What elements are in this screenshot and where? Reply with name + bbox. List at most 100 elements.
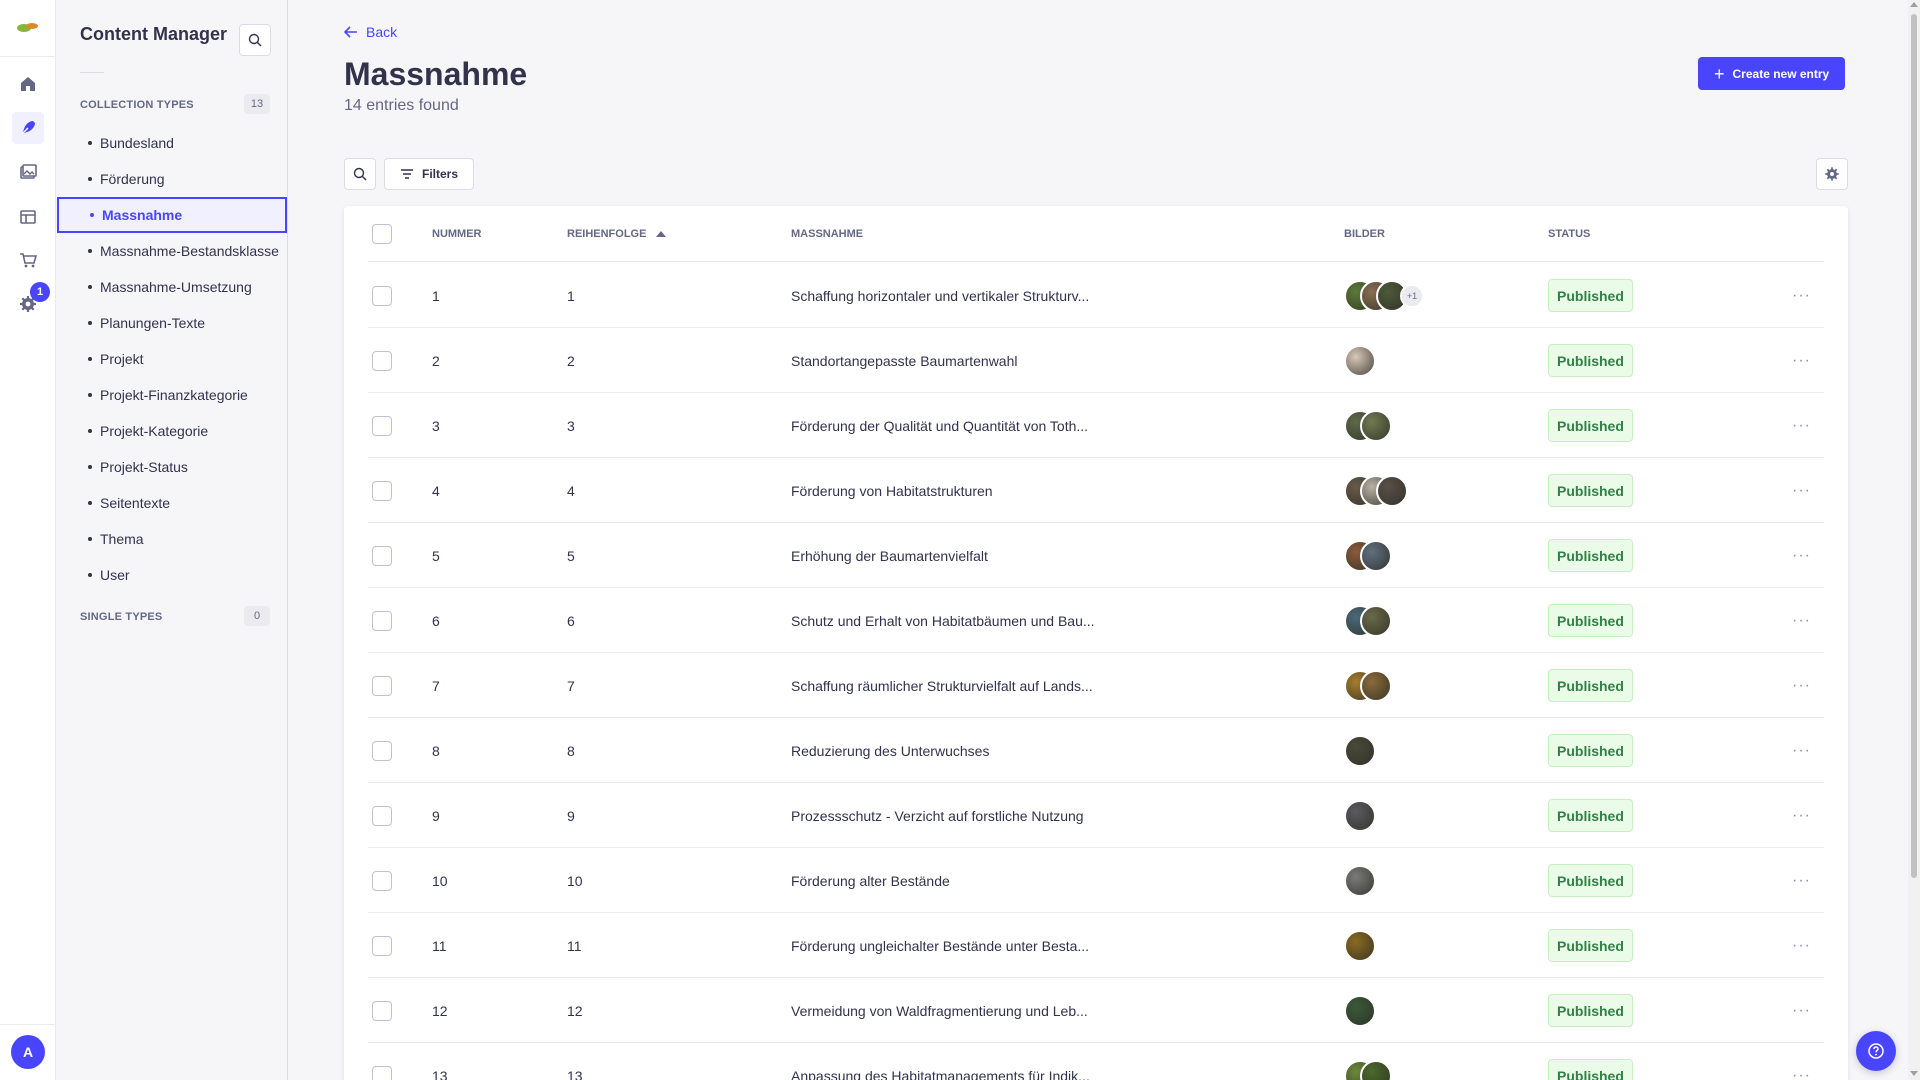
sidebar-item-thema[interactable]: Thema [56, 521, 288, 557]
sidebar-item-massnahme-umsetzung[interactable]: Massnahme-Umsetzung [56, 269, 288, 305]
table-row[interactable]: 2 2 Standortangepasste Baumartenwahl Publis… [368, 328, 1824, 393]
more-actions-icon: ··· [1792, 1066, 1811, 1080]
row-checkbox[interactable] [372, 740, 392, 761]
create-new-entry-button[interactable]: + Create new entry [1698, 57, 1846, 90]
image-thumbnail[interactable] [1344, 344, 1376, 377]
image-thumbnail[interactable] [1344, 734, 1376, 767]
row-actions-menu[interactable]: ··· [1792, 588, 1811, 653]
scrollbar-thumb[interactable] [1911, 14, 1917, 878]
table-settings-button[interactable] [1816, 158, 1848, 190]
image-thumbnail[interactable] [1344, 864, 1376, 897]
row-actions-menu[interactable]: ··· [1792, 523, 1811, 588]
table-row[interactable]: 9 9 Prozessschutz - Verzicht auf forstlich… [368, 783, 1824, 848]
row-checkbox[interactable] [372, 675, 392, 696]
marketplace-icon[interactable] [16, 248, 40, 272]
select-all-checkbox[interactable] [372, 224, 392, 244]
page-scrollbar[interactable] [1908, 0, 1920, 1080]
sidebar-item-massnahme-bestandsklasse[interactable]: Massnahme-Bestandsklasse [56, 233, 288, 269]
row-actions-menu[interactable]: ··· [1792, 393, 1811, 458]
row-actions-menu[interactable]: ··· [1792, 848, 1811, 913]
row-actions-menu[interactable]: ··· [1792, 263, 1811, 328]
table-row[interactable]: 7 7 Schaffung räumlicher Strukturvielfalt … [368, 653, 1824, 718]
select-all-cell [372, 206, 392, 262]
row-checkbox[interactable] [372, 285, 392, 306]
sidebar-item-planungen-texte[interactable]: Planungen-Texte [56, 305, 288, 341]
table-row[interactable]: 4 4 Förderung von Habitatstrukturen Publish… [368, 458, 1824, 523]
user-avatar[interactable]: A [11, 1035, 45, 1069]
table-row[interactable]: 10 10 Förderung alter Bestände Published ··· [368, 848, 1824, 913]
subnav-search-button[interactable] [239, 24, 271, 56]
row-checkbox[interactable] [372, 415, 392, 436]
home-icon[interactable] [16, 72, 40, 96]
cell-massnahme: Förderung ungleichalter Bestände unter B… [791, 937, 1090, 954]
row-actions-menu[interactable]: ··· [1792, 653, 1811, 718]
sidebar-item-projekt-finanzkategorie[interactable]: Projekt-Finanzkategorie [56, 377, 288, 413]
column-header-massnahme[interactable]: MASSNAHME [791, 206, 863, 262]
cell-reihenfolge: 7 [567, 677, 575, 694]
image-thumbnail[interactable] [1360, 539, 1392, 572]
image-thumbnail[interactable] [1376, 474, 1408, 507]
cell-massnahme: Anpassung des Habitatmanagements für Ind… [791, 1067, 1090, 1080]
row-checkbox[interactable] [372, 805, 392, 826]
filters-button[interactable]: Filters [384, 158, 474, 190]
sidebar-item-projekt-status[interactable]: Projekt-Status [56, 449, 288, 485]
table-row[interactable]: 13 13 Anpassung des Habitatmanagements für… [368, 1043, 1824, 1080]
row-actions-menu[interactable]: ··· [1792, 328, 1811, 393]
row-actions-menu[interactable]: ··· [1792, 978, 1811, 1043]
sidebar-item-seitentexte[interactable]: Seitentexte [56, 485, 288, 521]
sidebar-item-bundesland[interactable]: Bundesland [56, 125, 288, 161]
cell-massnahme: Förderung alter Bestände [791, 872, 950, 889]
image-thumbnail[interactable] [1344, 929, 1376, 962]
content-type-builder-icon[interactable] [16, 205, 40, 229]
image-thumbnail[interactable] [1344, 799, 1376, 832]
content-manager-icon[interactable] [12, 112, 44, 144]
media-library-icon[interactable] [16, 160, 40, 184]
image-thumbnail[interactable] [1360, 604, 1392, 637]
image-thumbnail[interactable] [1360, 669, 1392, 702]
sidebar-item-förderung[interactable]: Förderung [56, 161, 288, 197]
scroll-up-arrow-icon[interactable] [1910, 2, 1918, 7]
sidebar-item-projekt[interactable]: Projekt [56, 341, 288, 377]
table-row[interactable]: 3 3 Förderung der Qualität und Quantität v… [368, 393, 1824, 458]
table-row[interactable]: 12 12 Vermeidung von Waldfragmentierung un… [368, 978, 1824, 1043]
cell-massnahme: Erhöhung der Baumartenvielfalt [791, 547, 988, 564]
image-thumbnails [1344, 669, 1392, 702]
more-actions-icon: ··· [1792, 286, 1811, 304]
column-header-nummer[interactable]: NUMMER [432, 206, 482, 262]
back-link[interactable]: Back [344, 24, 397, 40]
sidebar-item-user[interactable]: User [56, 557, 288, 593]
table-row[interactable]: 8 8 Reduzierung des Unterwuchses Published ·… [368, 718, 1824, 783]
table-search-button[interactable] [344, 158, 376, 190]
row-checkbox[interactable] [372, 1000, 392, 1021]
image-thumbnail[interactable] [1344, 994, 1376, 1027]
row-actions-menu[interactable]: ··· [1792, 913, 1811, 978]
sidebar-item-projekt-kategorie[interactable]: Projekt-Kategorie [56, 413, 288, 449]
scroll-down-arrow-icon[interactable] [1910, 1071, 1918, 1076]
row-actions-menu[interactable]: ··· [1792, 1043, 1811, 1080]
row-actions-menu[interactable]: ··· [1792, 718, 1811, 783]
cell-nummer: 3 [432, 417, 440, 434]
row-checkbox[interactable] [372, 545, 392, 566]
table-row[interactable]: 1 1 Schaffung horizontaler und vertikaler … [368, 263, 1824, 328]
row-checkbox[interactable] [372, 610, 392, 631]
cell-nummer: 9 [432, 807, 440, 824]
row-checkbox[interactable] [372, 480, 392, 501]
table-row[interactable]: 6 6 Schutz und Erhalt von Habitatbäumen un… [368, 588, 1824, 653]
row-actions-menu[interactable]: ··· [1792, 783, 1811, 848]
row-checkbox[interactable] [372, 870, 392, 891]
bullet-icon [88, 321, 92, 325]
row-checkbox[interactable] [372, 935, 392, 956]
table-row[interactable]: 5 5 Erhöhung der Baumartenvielfalt Publishe… [368, 523, 1824, 588]
image-thumbnail[interactable] [1360, 409, 1392, 442]
app-logo[interactable] [16, 20, 40, 34]
column-header-reihenfolge[interactable]: REIHENFOLGE [567, 206, 667, 262]
sidebar-item-massnahme[interactable]: Massnahme [57, 197, 287, 233]
bullet-icon [88, 249, 92, 253]
row-actions-menu[interactable]: ··· [1792, 458, 1811, 523]
row-checkbox[interactable] [372, 1065, 392, 1080]
table-row[interactable]: 11 11 Förderung ungleichalter Bestände unt… [368, 913, 1824, 978]
cell-reihenfolge: 6 [567, 612, 575, 629]
help-button[interactable] [1856, 1031, 1896, 1071]
column-header-status[interactable]: STATUS [1548, 206, 1590, 262]
row-checkbox[interactable] [372, 350, 392, 371]
